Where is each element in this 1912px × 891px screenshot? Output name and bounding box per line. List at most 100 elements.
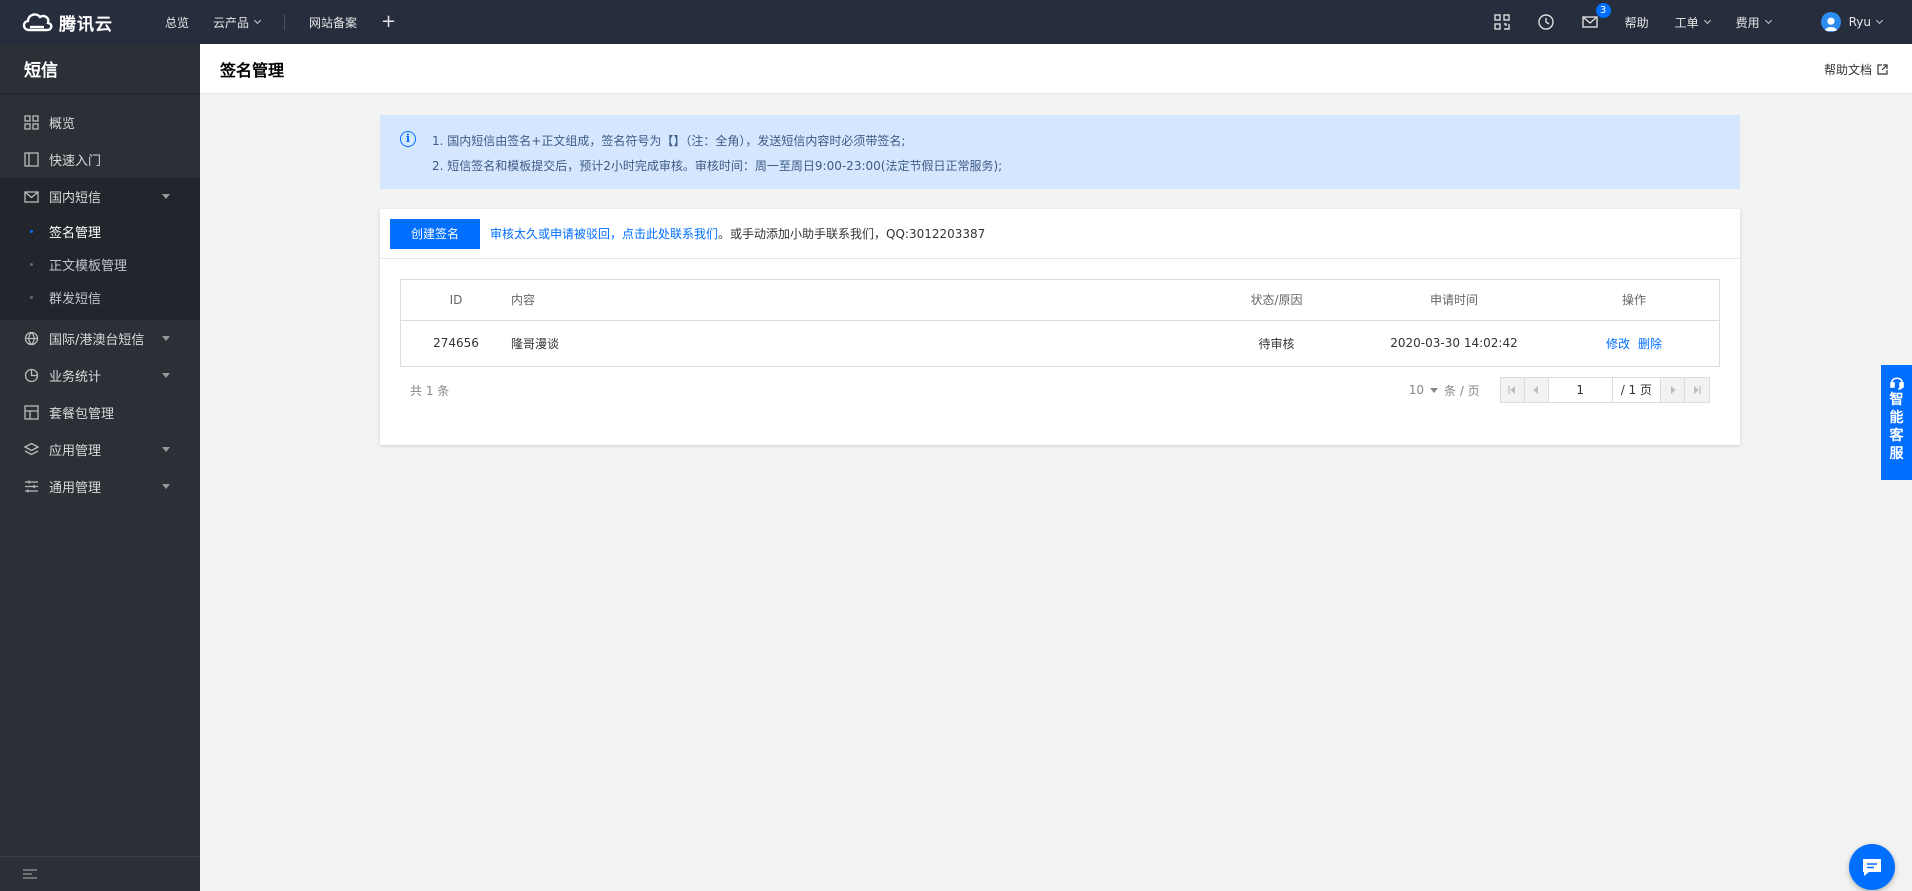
- next-page-icon: [1670, 386, 1675, 394]
- sidebar-item-applications[interactable]: 应用管理: [0, 431, 200, 468]
- cell-ops: 修改 删除: [1549, 320, 1719, 366]
- avatar: [1820, 12, 1841, 32]
- caret-down-icon: [162, 484, 170, 489]
- sidebar: 短信 概览 快速入门 国内短信 签名管理 正文模板管理 群发短信 国际/港澳台短…: [0, 44, 200, 891]
- sidebar-item-quickstart[interactable]: 快速入门: [0, 141, 200, 178]
- table-footer: 共 1 条 10 条 / 页 / 1 页: [410, 377, 1710, 403]
- chevron-down-icon: [1703, 16, 1711, 25]
- cell-id: 274656: [433, 336, 479, 351]
- user-name: Ryu: [1848, 15, 1871, 29]
- billing-menu-label: 费用: [1735, 15, 1760, 30]
- total-pages-label: / 1 页: [1612, 378, 1661, 402]
- notice-line-2: 2. 短信签名和模板提交后，预计2小时完成审核。审核时间：周一至周日9:00-2…: [432, 159, 1003, 173]
- sidebar-menu: 概览 快速入门 国内短信 签名管理 正文模板管理 群发短信 国际/港澳台短信 业…: [0, 94, 200, 505]
- package-icon: [24, 405, 39, 420]
- sidebar-item-label: 套餐包管理: [49, 407, 115, 422]
- headset-icon: [1889, 377, 1904, 390]
- sidebar-item-packages[interactable]: 套餐包管理: [0, 394, 200, 431]
- sidebar-item-overview[interactable]: 概览: [0, 104, 200, 141]
- prev-page-button[interactable]: [1524, 378, 1549, 402]
- service-char: 服: [1889, 446, 1904, 462]
- clock-icon: [1537, 14, 1554, 30]
- brand-logo[interactable]: 腾讯云: [20, 10, 140, 35]
- sidebar-item-label: 国际/港澳台短信: [49, 333, 145, 348]
- globe-icon: [24, 331, 39, 346]
- column-header-status: 状态/原因: [1194, 280, 1359, 321]
- cell-time: 2020-03-30 14:02:42: [1390, 336, 1518, 351]
- nav-divider: [284, 14, 286, 30]
- toolbar-note: 审核太久或申请被驳回，点击此处联系我们。或手动添加小助手联系我们，QQ:3012…: [490, 225, 985, 242]
- brand-name: 腾讯云: [59, 14, 113, 35]
- sidebar-item-general[interactable]: 通用管理: [0, 468, 200, 505]
- sidebar-item-domestic-sms[interactable]: 国内短信: [0, 178, 200, 215]
- collapse-sidebar-button[interactable]: [0, 856, 200, 891]
- external-link-icon: [1877, 64, 1888, 75]
- chart-icon: [24, 368, 39, 383]
- caret-down-icon: [162, 336, 170, 341]
- nav-icp-filing[interactable]: 网站备案: [309, 14, 357, 31]
- edit-link[interactable]: 修改: [1606, 337, 1630, 351]
- page-header: 签名管理 帮助文档: [200, 44, 1912, 94]
- nav-cloud-products[interactable]: 云产品: [213, 14, 262, 31]
- ticket-menu[interactable]: 工单: [1674, 14, 1711, 31]
- page-controls: / 1 页: [1499, 377, 1710, 403]
- sidebar-item-label: 通用管理: [49, 481, 102, 496]
- service-char: 能: [1889, 410, 1904, 426]
- chat-button[interactable]: [1849, 844, 1895, 890]
- nav-cloud-products-label: 云产品: [213, 15, 250, 30]
- page-size-value: 10: [1408, 383, 1424, 397]
- collapse-icon: [23, 869, 37, 879]
- qrcode-button[interactable]: [1493, 13, 1511, 31]
- page-title: 签名管理: [220, 60, 285, 80]
- help-doc-link[interactable]: 帮助文档: [1824, 61, 1888, 78]
- layers-icon: [24, 442, 39, 457]
- user-icon: [1824, 17, 1837, 32]
- column-header-time: 申请时间: [1359, 280, 1549, 321]
- top-nav: 总览 云产品 网站备案 +: [165, 13, 420, 31]
- billing-menu[interactable]: 费用: [1735, 14, 1772, 31]
- messages-button[interactable]: 3: [1581, 3, 1611, 31]
- per-page-label: 条 / 页: [1444, 383, 1480, 398]
- ticket-menu-label: 工单: [1674, 15, 1699, 30]
- sidebar-item-label: 应用管理: [49, 444, 102, 459]
- history-button[interactable]: [1537, 13, 1555, 31]
- last-page-button[interactable]: [1685, 378, 1709, 402]
- delete-link[interactable]: 删除: [1638, 337, 1662, 351]
- first-page-icon: [1508, 386, 1516, 394]
- cell-status: 待审核: [1258, 336, 1295, 351]
- sidebar-subitem-templates[interactable]: 正文模板管理: [0, 248, 200, 281]
- mail-icon: [24, 189, 39, 204]
- pagination: 10 条 / 页 / 1 页: [1409, 377, 1710, 403]
- caret-down-icon: [1430, 387, 1438, 393]
- next-page-button[interactable]: [1661, 378, 1685, 402]
- nav-overview[interactable]: 总览: [165, 14, 189, 31]
- column-header-ops: 操作: [1549, 280, 1719, 321]
- sidebar-title: 短信: [0, 44, 200, 94]
- sidebar-item-international-sms[interactable]: 国际/港澳台短信: [0, 320, 200, 357]
- sidebar-item-label: 概览: [49, 117, 76, 132]
- help-menu[interactable]: 帮助: [1625, 14, 1649, 31]
- page-number-input[interactable]: [1548, 378, 1613, 402]
- qq-contact-text: 。或手动添加小助手联系我们，QQ:3012203387: [718, 227, 986, 241]
- user-menu[interactable]: Ryu: [1820, 12, 1884, 32]
- sidebar-item-statistics[interactable]: 业务统计: [0, 357, 200, 394]
- chat-icon: [1863, 859, 1881, 876]
- create-signature-button[interactable]: 创建签名: [390, 218, 480, 249]
- cell-content: 隆哥漫谈: [511, 336, 560, 351]
- grid-icon: [24, 115, 39, 130]
- add-shortcut-button[interactable]: +: [381, 13, 396, 31]
- sidebar-subitem-signature[interactable]: 签名管理: [0, 215, 200, 248]
- sidebar-item-label: 快速入门: [49, 154, 102, 169]
- page-size-select[interactable]: 10 条 / 页: [1409, 382, 1480, 399]
- contact-us-link[interactable]: 审核太久或申请被驳回，点击此处联系我们: [490, 227, 718, 241]
- top-right-actions: 3 帮助 工单 费用 Ryu: [1493, 0, 1912, 44]
- last-page-icon: [1694, 386, 1701, 394]
- sidebar-subitem-bulk-sms[interactable]: 群发短信: [0, 281, 200, 314]
- chevron-down-icon: [1764, 16, 1772, 25]
- column-header-id: ID: [401, 280, 511, 321]
- sidebar-item-label: 国内短信: [49, 191, 102, 206]
- signature-table: ID 内容 状态/原因 申请时间 操作 274656 隆哥漫谈 待审核 2020…: [400, 279, 1720, 367]
- smart-service-tab[interactable]: 智 能 客 服: [1881, 365, 1912, 480]
- info-notice: i 1. 国内短信由签名+正文组成，签名符号为【】（注：全角），发送短信内容时必…: [380, 115, 1740, 189]
- first-page-button[interactable]: [1500, 378, 1525, 402]
